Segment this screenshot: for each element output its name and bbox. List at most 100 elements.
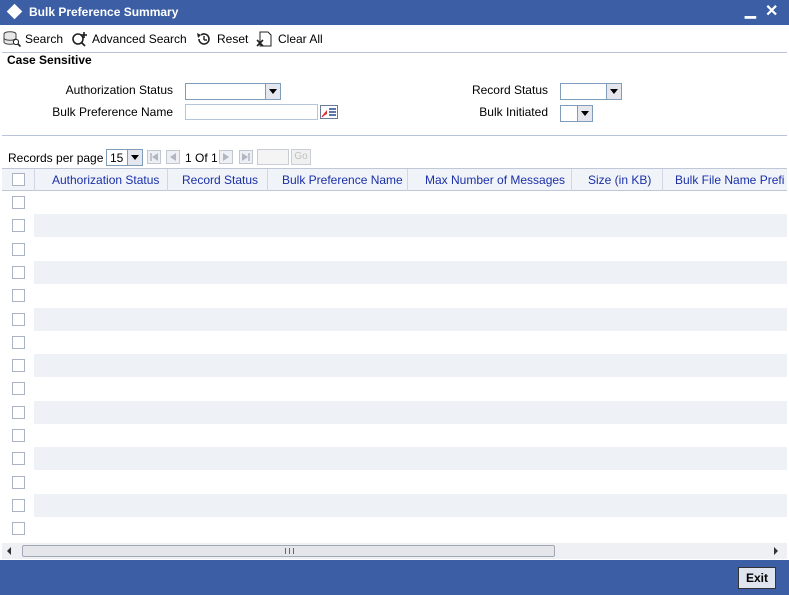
search-criteria-panel: Case Sensitive Authorization Status Bulk… xyxy=(2,52,787,136)
table-row-cells[interactable] xyxy=(34,214,787,238)
chevron-down-icon xyxy=(606,84,621,99)
column-header-bulk-file-name-prefix[interactable]: Bulk File Name Prefi xyxy=(675,173,784,187)
clear-all-label: Clear All xyxy=(278,32,323,46)
list-of-values-icon[interactable] xyxy=(320,105,338,119)
last-page-icon[interactable] xyxy=(239,150,253,164)
table-row-cells[interactable] xyxy=(34,331,787,354)
row-checkbox[interactable] xyxy=(12,452,25,466)
column-header-record-status[interactable]: Record Status xyxy=(182,173,258,187)
search-button[interactable]: Search xyxy=(3,30,63,48)
first-page-icon[interactable] xyxy=(147,150,161,164)
bulk-preference-name-label: Bulk Preference Name xyxy=(52,105,173,119)
close-icon[interactable]: ✕ xyxy=(765,1,778,21)
table-row[interactable] xyxy=(2,447,787,471)
column-header-authorization-status[interactable]: Authorization Status xyxy=(52,173,159,187)
column-header-max-number-of-messages[interactable]: Max Number of Messages xyxy=(425,173,565,187)
table-row[interactable] xyxy=(2,214,787,238)
table-row[interactable] xyxy=(2,354,787,378)
row-checkbox[interactable] xyxy=(12,265,25,279)
chevron-down-icon xyxy=(265,84,280,99)
previous-page-icon[interactable] xyxy=(166,150,180,164)
column-separator xyxy=(407,169,408,191)
minimize-icon[interactable]: ▁ xyxy=(745,2,756,19)
reset-button[interactable]: Reset xyxy=(195,30,248,48)
reset-label: Reset xyxy=(217,32,249,46)
column-separator xyxy=(34,169,35,191)
record-status-label: Record Status xyxy=(471,83,548,97)
row-checkbox[interactable] xyxy=(12,289,25,303)
records-per-page-label: Records per page xyxy=(8,151,104,165)
table-row-cells[interactable] xyxy=(34,377,787,400)
pagination-bar: Records per page 15 1 Of 1 Go xyxy=(0,146,789,168)
go-button[interactable]: Go xyxy=(291,149,311,165)
scrollbar-thumb[interactable] xyxy=(22,545,555,557)
table-row-cells[interactable] xyxy=(34,191,787,214)
scroll-left-icon[interactable] xyxy=(7,547,11,555)
row-checkbox[interactable] xyxy=(12,312,25,326)
advanced-search-button[interactable]: Advanced Search xyxy=(70,30,187,48)
table-row[interactable] xyxy=(2,260,787,284)
table-row[interactable] xyxy=(2,238,787,261)
select-all-checkbox[interactable] xyxy=(12,173,25,186)
column-separator xyxy=(662,169,663,191)
bulk-initiated-select[interactable] xyxy=(560,105,593,122)
window-title: Bulk Preference Summary xyxy=(29,5,179,19)
next-page-icon[interactable] xyxy=(219,150,233,164)
table-row[interactable] xyxy=(2,493,787,517)
row-checkbox[interactable] xyxy=(12,429,25,442)
table-row-cells[interactable] xyxy=(34,517,787,540)
table-row[interactable] xyxy=(2,424,787,447)
exit-button[interactable]: Exit xyxy=(738,567,776,589)
row-checkbox[interactable] xyxy=(12,382,25,396)
clear-all-button[interactable]: Clear All xyxy=(256,30,323,48)
table-row-cells[interactable] xyxy=(34,354,787,378)
horizontal-scrollbar[interactable] xyxy=(2,543,787,559)
goto-page-input[interactable] xyxy=(257,149,289,165)
table-row[interactable] xyxy=(2,307,787,331)
column-separator xyxy=(571,169,572,191)
row-checkbox[interactable] xyxy=(12,219,25,233)
row-checkbox[interactable] xyxy=(12,522,25,536)
scroll-right-icon[interactable] xyxy=(774,547,778,555)
table-row-cells[interactable] xyxy=(34,238,787,261)
table-row-cells[interactable] xyxy=(34,284,787,307)
table-row[interactable] xyxy=(2,471,787,494)
search-label: Search xyxy=(25,32,64,46)
table-row-cells[interactable] xyxy=(34,400,787,424)
row-checkbox[interactable] xyxy=(12,335,25,349)
table-row-cells[interactable] xyxy=(34,260,787,284)
page-info: 1 Of 1 xyxy=(185,151,218,165)
reset-icon xyxy=(197,33,210,45)
row-checkbox[interactable] xyxy=(12,475,25,489)
row-checkbox[interactable] xyxy=(12,498,25,512)
table-row-cells[interactable] xyxy=(34,307,787,331)
row-checkbox[interactable] xyxy=(12,196,25,209)
row-checkbox[interactable] xyxy=(12,359,25,373)
table-row-cells[interactable] xyxy=(34,447,787,471)
window-titlebar: Bulk Preference Summary ▁ ✕ xyxy=(0,0,789,25)
column-header-size-in-kb[interactable]: Size (in KB) xyxy=(588,173,651,187)
table-row[interactable] xyxy=(2,400,787,424)
table-row[interactable] xyxy=(2,517,787,540)
table-row[interactable] xyxy=(2,284,787,307)
row-checkbox[interactable] xyxy=(12,242,25,256)
database-search-icon xyxy=(3,31,21,47)
authorization-status-select[interactable] xyxy=(185,83,281,100)
table-row-cells[interactable] xyxy=(34,424,787,447)
table-row[interactable] xyxy=(2,377,787,400)
results-grid: Authorization Status Record Status Bulk … xyxy=(2,168,787,540)
table-row[interactable] xyxy=(2,191,787,214)
table-row-cells[interactable] xyxy=(34,493,787,517)
row-checkbox[interactable] xyxy=(12,405,25,419)
bulk-preference-name-input[interactable] xyxy=(185,104,318,120)
column-header-bulk-preference-name[interactable]: Bulk Preference Name xyxy=(282,173,403,187)
record-status-select[interactable] xyxy=(560,83,622,100)
table-row-cells[interactable] xyxy=(34,471,787,494)
chevron-down-icon xyxy=(127,150,142,165)
advanced-search-icon xyxy=(72,32,87,47)
table-row[interactable] xyxy=(2,331,787,354)
window-footer: Exit xyxy=(0,560,789,595)
grip-icon xyxy=(285,548,294,554)
records-per-page-select[interactable]: 15 xyxy=(106,149,143,166)
records-per-page-value: 15 xyxy=(110,151,124,165)
